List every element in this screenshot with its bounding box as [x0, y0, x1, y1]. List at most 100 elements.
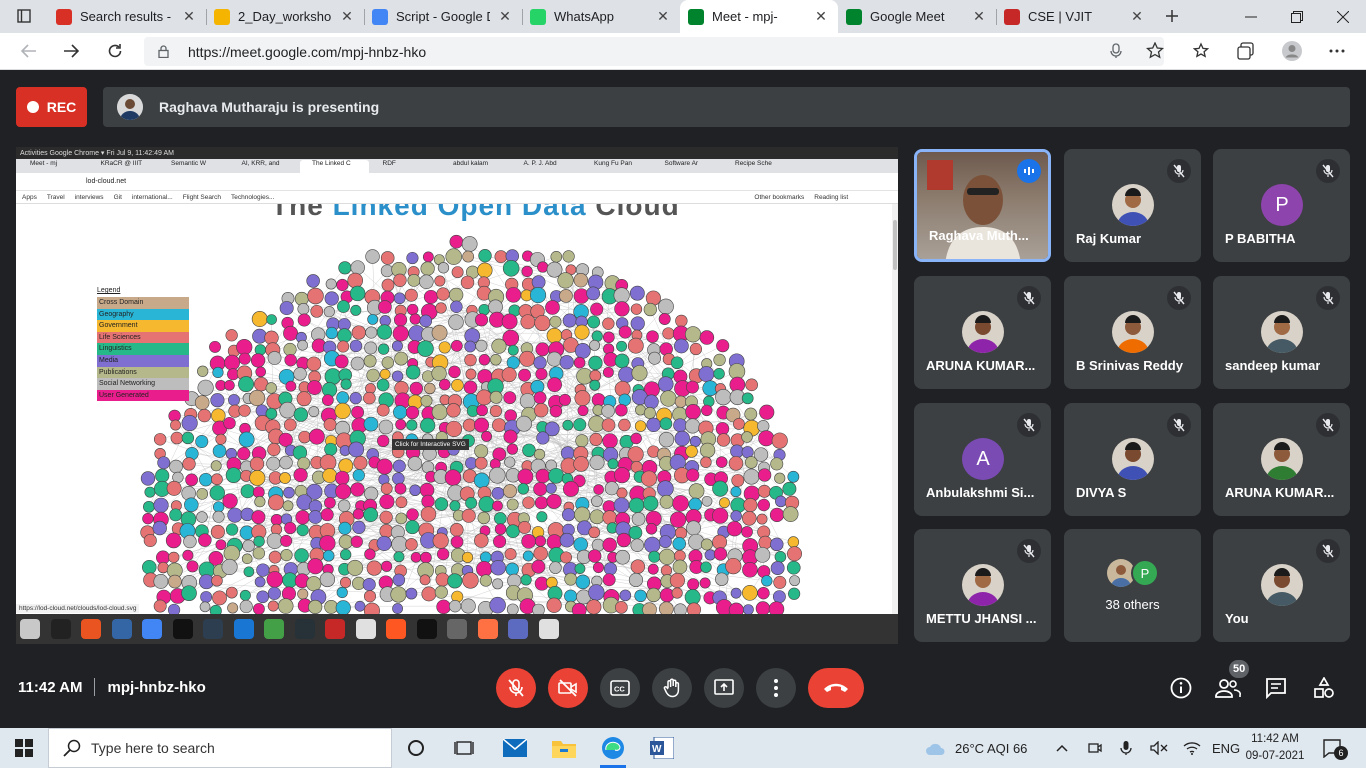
drive-icon — [214, 8, 230, 25]
participant-tile[interactable]: ARUNA KUMAR... — [1213, 403, 1350, 516]
maximize-button[interactable] — [1274, 0, 1320, 33]
edge-icon[interactable] — [601, 736, 625, 760]
dataset-node — [530, 287, 547, 304]
back-button[interactable] — [14, 37, 44, 65]
add-favorite-icon[interactable] — [1140, 37, 1170, 65]
tab-actions-icon[interactable] — [8, 4, 40, 28]
clock-time: 11:42 AM — [1251, 733, 1299, 745]
cortana-icon[interactable] — [404, 736, 428, 760]
close-tab-icon[interactable]: ✕ — [496, 8, 514, 25]
dataset-node — [548, 467, 564, 484]
dataset-node — [446, 403, 461, 418]
close-tab-icon[interactable]: ✕ — [1128, 8, 1146, 25]
captions-button[interactable]: CC — [600, 668, 640, 708]
minimize-button[interactable] — [1228, 0, 1274, 33]
microphone-icon[interactable] — [1101, 37, 1131, 65]
close-tab-icon[interactable]: ✕ — [970, 8, 988, 25]
participant-tile[interactable]: METTU JHANSI ... — [914, 529, 1051, 642]
dataset-node — [337, 328, 352, 343]
participant-tile[interactable]: DIVYA S — [1064, 403, 1201, 516]
participant-tile[interactable]: You — [1213, 529, 1350, 642]
browser-tab[interactable]: WhatsApp ✕ — [522, 0, 680, 33]
speaking-indicator-icon — [1017, 159, 1041, 183]
browser-tab[interactable]: CSE | VJIT ✕ — [996, 0, 1154, 33]
raise-hand-button[interactable] — [652, 668, 692, 708]
shared-browser-tab: abdul kalam — [453, 160, 489, 167]
activities-button[interactable] — [1309, 673, 1339, 703]
close-tab-icon[interactable]: ✕ — [338, 8, 356, 25]
collections-icon[interactable] — [1231, 37, 1261, 65]
close-tab-icon[interactable]: ✕ — [654, 8, 672, 25]
weather-widget[interactable]: 26°C AQI 66 — [925, 728, 1027, 768]
file-explorer-icon[interactable] — [552, 736, 576, 760]
start-button[interactable] — [0, 728, 48, 768]
browser-tab[interactable]: Google Meet ✕ — [838, 0, 996, 33]
notifications-button[interactable]: 6 — [1322, 728, 1348, 768]
dataset-node — [465, 368, 477, 380]
meeting-details-button[interactable] — [1166, 673, 1196, 703]
present-screen-button[interactable] — [704, 668, 744, 708]
dataset-node — [704, 549, 716, 561]
participant-tile[interactable]: Raghava Muth... — [914, 149, 1051, 262]
dataset-node — [267, 351, 282, 365]
language-indicator[interactable]: ENG — [1212, 728, 1240, 768]
participant-tile[interactable]: P 38 others — [1064, 529, 1201, 642]
browser-tab[interactable]: Search results - c ✕ — [48, 0, 206, 33]
dataset-node — [643, 407, 656, 419]
dataset-node — [602, 433, 618, 449]
dataset-node — [153, 599, 167, 613]
browser-tab[interactable]: Meet - mpj- ✕ — [680, 0, 838, 33]
dataset-node — [549, 561, 562, 574]
camera-toggle-button[interactable] — [548, 668, 588, 708]
participant-tile[interactable]: sandeep kumar — [1213, 276, 1350, 389]
lod-cloud-page: The Linked Open Data Cloud Legend Cross … — [16, 204, 898, 614]
participant-tile[interactable]: Raj Kumar — [1064, 149, 1201, 262]
participant-name: sandeep kumar — [1225, 358, 1321, 373]
more-menu-icon[interactable] — [1322, 37, 1352, 65]
shared-dock-app-icon — [111, 619, 132, 639]
close-tab-icon[interactable]: ✕ — [812, 8, 830, 25]
participant-tile[interactable]: ARUNA KUMAR... — [914, 276, 1051, 389]
recording-indicator[interactable]: REC — [16, 87, 87, 127]
dataset-node — [391, 370, 404, 382]
reload-button[interactable] — [100, 37, 130, 65]
dataset-node — [335, 483, 352, 500]
participant-tile[interactable]: P P BABITHA — [1213, 149, 1350, 262]
participant-tile[interactable]: A Anbulakshmi Si... — [914, 403, 1051, 516]
lock-icon[interactable] — [158, 44, 172, 59]
dataset-node — [169, 508, 183, 522]
taskbar-search[interactable]: Type here to search — [48, 728, 392, 768]
browser-tab[interactable]: 2_Day_workshop_ ✕ — [206, 0, 364, 33]
new-tab-button[interactable] — [1156, 4, 1188, 28]
dataset-node — [197, 408, 212, 423]
dataset-node — [298, 430, 311, 444]
browser-tab[interactable]: Script - Google D ✕ — [364, 0, 522, 33]
address-bar[interactable]: https://meet.google.com/mpj-hnbz-hko — [144, 37, 1164, 66]
favorites-icon[interactable] — [1187, 37, 1217, 65]
dataset-node — [243, 566, 255, 578]
forward-button[interactable] — [56, 37, 86, 65]
dataset-node — [406, 303, 419, 316]
volume-muted-icon[interactable] — [1150, 728, 1168, 768]
taskbar-clock[interactable]: 11:42 AM 09-07-2021 — [1244, 731, 1306, 765]
dataset-node — [380, 264, 394, 278]
dataset-node — [474, 456, 488, 470]
chat-button[interactable] — [1261, 673, 1291, 703]
profile-icon[interactable] — [1277, 37, 1307, 65]
participant-tile[interactable]: B Srinivas Reddy — [1064, 276, 1201, 389]
more-options-button[interactable] — [756, 668, 796, 708]
leave-call-button[interactable] — [808, 668, 864, 708]
dataset-node — [494, 512, 507, 525]
mail-icon[interactable] — [503, 736, 527, 760]
wifi-icon[interactable] — [1183, 728, 1201, 768]
meet-tray-icon[interactable] — [1088, 728, 1102, 768]
word-icon[interactable]: W — [650, 736, 674, 760]
close-tab-icon[interactable]: ✕ — [180, 8, 198, 25]
info-icon — [1170, 677, 1192, 699]
close-window-button[interactable] — [1320, 0, 1366, 33]
mic-tray-icon[interactable] — [1120, 728, 1132, 768]
people-button[interactable] — [1213, 673, 1243, 703]
show-hidden-icons-button[interactable] — [1056, 728, 1068, 768]
mic-toggle-button[interactable] — [496, 668, 536, 708]
task-view-icon[interactable] — [452, 736, 476, 760]
